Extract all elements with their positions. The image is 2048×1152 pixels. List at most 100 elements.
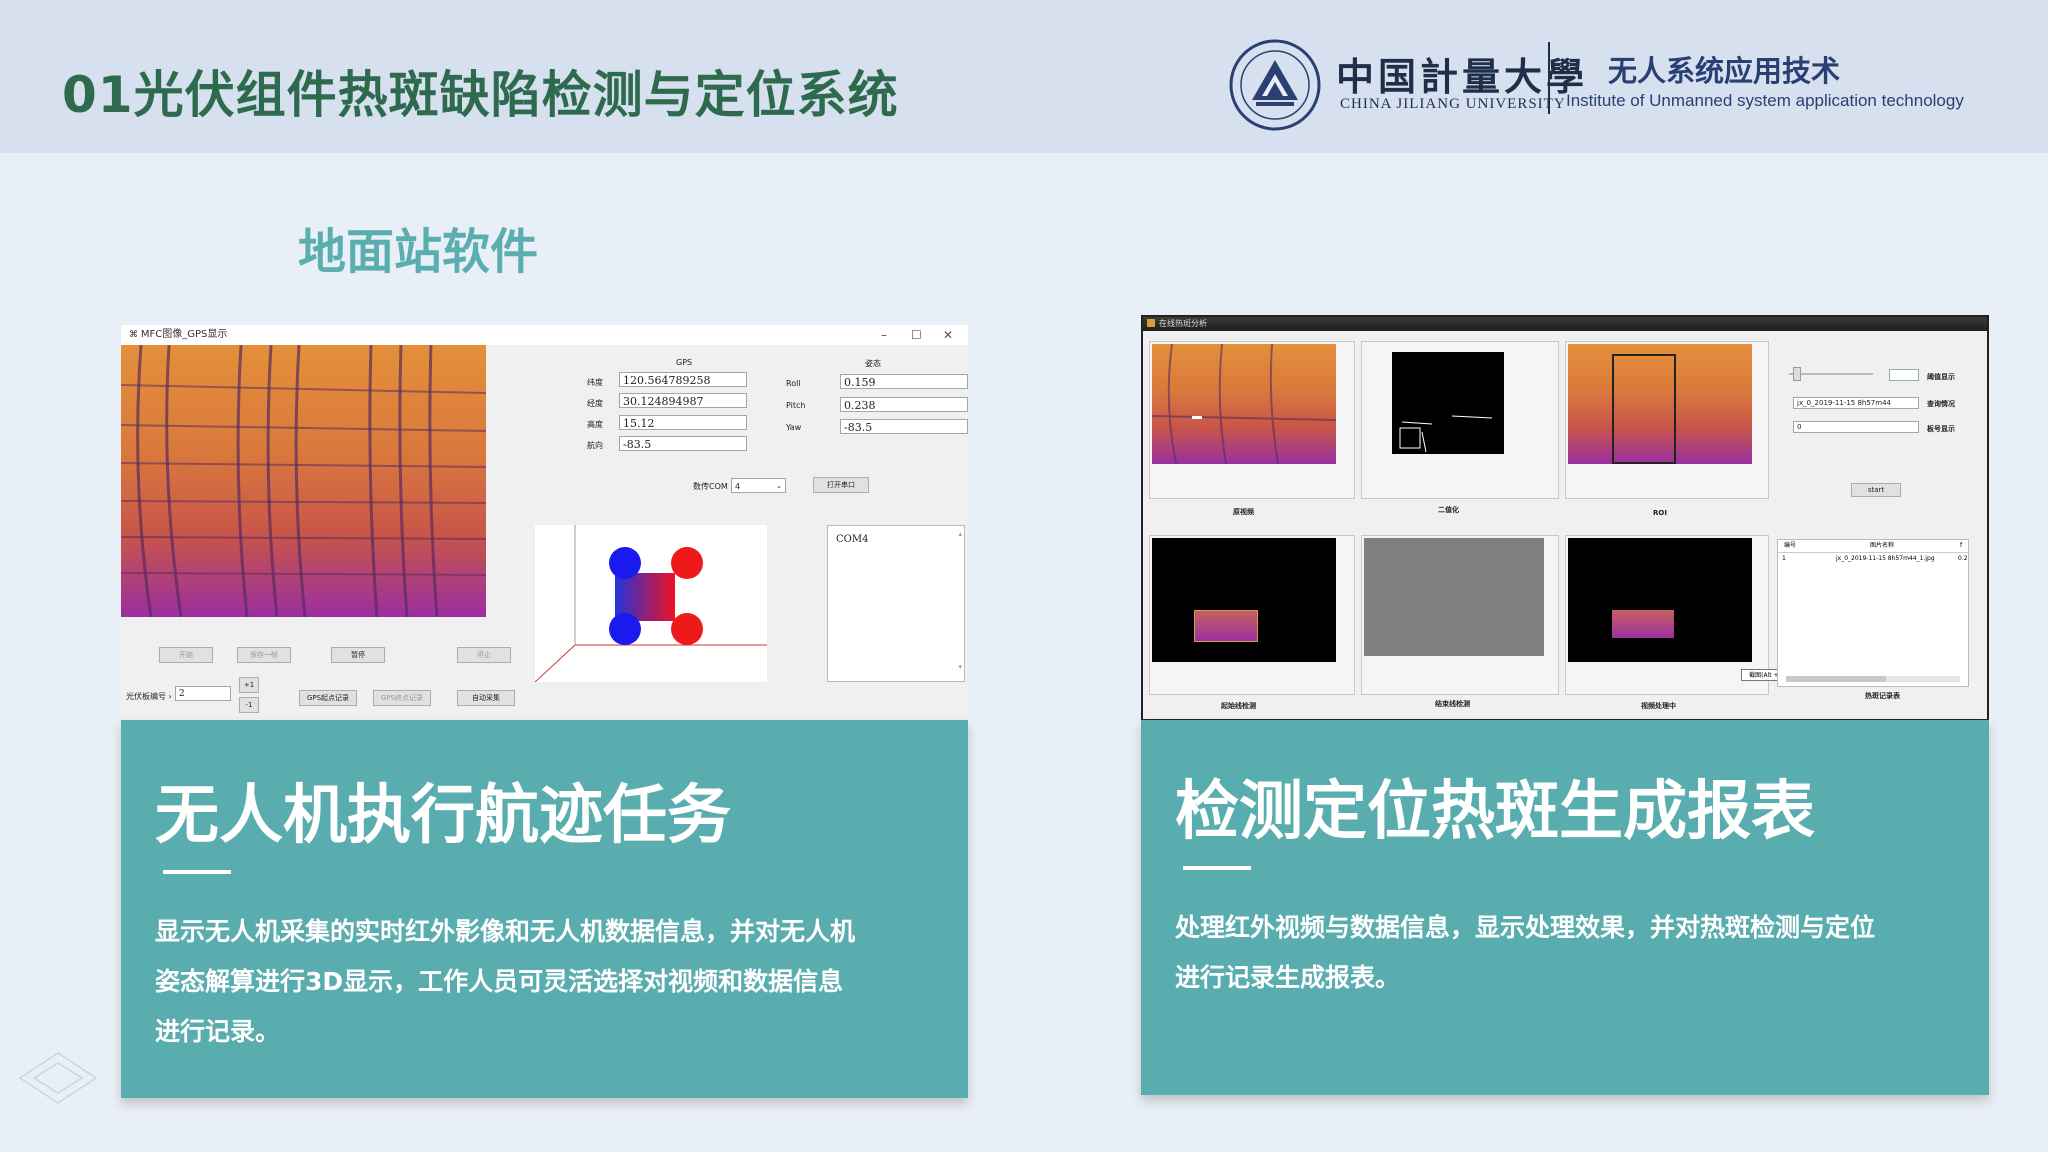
gps-end-record-button[interactable]: GPS终点记录 [373, 690, 431, 706]
right-card-line-2: 进行记录生成报表。 [1175, 963, 1401, 992]
lon-label: 经度 [587, 399, 603, 408]
yaw-field[interactable]: -83.5 [840, 419, 968, 434]
solar-panel-grid [1152, 344, 1336, 464]
caption-end-line: 结束线检测 [1435, 700, 1470, 708]
column-header-no: 编号 [1784, 542, 1797, 549]
caption-start-line: 起始线检测 [1221, 702, 1256, 710]
lat-field[interactable]: 120.564789258 [619, 372, 747, 387]
caption-original: 原视频 [1233, 508, 1254, 516]
column-header-extra: f [1960, 542, 1963, 549]
processing-image [1568, 538, 1752, 662]
header-bar: 01光伏组件热斑缺陷检测与定位系统 中国計量大學 CHINA JILIANG U… [0, 0, 2048, 153]
com-label: 数传COM [693, 482, 728, 491]
increment-button[interactable]: +1 [239, 677, 259, 693]
threshold-field[interactable] [1889, 369, 1919, 381]
solar-panel-grid [121, 345, 486, 617]
panel-number-label-text: 光伏板编号 [126, 692, 166, 701]
panel-number-field[interactable]: 2 [175, 686, 231, 701]
heading-field[interactable]: -83.5 [619, 436, 747, 451]
right-card-line-1: 处理红外视频与数据信息，显示处理效果，并对热斑检测与定位 [1175, 913, 1876, 942]
save-frame-button[interactable]: 保存一帧 [237, 647, 291, 663]
logo-divider [1548, 42, 1550, 114]
roll-label: Roll [786, 379, 801, 388]
open-port-button[interactable]: 打开串口 [813, 477, 869, 493]
com-select[interactable]: 4 ⌄ [731, 478, 786, 493]
close-icon[interactable]: ✕ [943, 325, 953, 345]
decorative-diamond-icon [18, 1052, 98, 1104]
panel-number-label: 光伏板编号 › [126, 692, 172, 701]
university-logo-block: 中国計量大學 CHINA JILIANG UNIVERSITY 无人系统应用技术… [1228, 38, 2048, 133]
yaw-label: Yaw [786, 423, 802, 432]
processing-panel-strip [1612, 610, 1674, 638]
page-title: 01光伏组件热斑缺陷检测与定位系统 [62, 66, 899, 124]
left-card-heading: 无人机执行航迹任务 [155, 779, 731, 853]
window-titlebar: ⌘ MFC图像_GPS显示 [121, 325, 968, 345]
left-card-body: 显示无人机采集的实时红外影像和无人机数据信息，并对无人机 姿态解算进行3D显示，… [155, 907, 855, 1057]
end-line-image [1364, 538, 1544, 656]
alt-field[interactable]: 15.12 [619, 415, 747, 430]
institute-name-en: Institute of Unmanned system application… [1566, 91, 1964, 110]
binary-panel [1361, 341, 1559, 499]
original-video-panel [1149, 341, 1355, 499]
horizontal-scrollbar[interactable] [1786, 676, 1960, 682]
com-log-text: COM4 [836, 534, 869, 545]
column-header-name: 图片名称 [1870, 542, 1895, 549]
cell-extra: 0.2 [1958, 555, 1968, 562]
lon-field[interactable]: 30.124894987 [619, 393, 747, 408]
roi-image [1568, 344, 1752, 464]
roll-field[interactable]: 0.159 [840, 374, 968, 389]
infrared-video-feed [121, 345, 486, 617]
pitch-label: Pitch [786, 401, 806, 410]
cell-no: 1 [1782, 555, 1786, 562]
right-card-heading: 检测定位热斑生成报表 [1175, 775, 1815, 849]
query-field[interactable]: jx_0_2019-11-15 8h57m44 [1793, 397, 1919, 409]
minimize-icon[interactable]: – [881, 325, 887, 345]
threshold-slider[interactable] [1789, 373, 1873, 375]
decrement-button[interactable]: -1 [239, 697, 259, 713]
attitude-3d-view [534, 525, 767, 683]
left-info-card: 无人机执行航迹任务 显示无人机采集的实时红外影像和无人机数据信息，并对无人机 姿… [121, 720, 968, 1098]
processing-panel [1565, 535, 1769, 695]
start-line-image [1152, 538, 1336, 662]
original-video-image [1152, 344, 1336, 464]
lat-label: 纬度 [587, 378, 603, 387]
table-row[interactable]: 1 jx_0_2019-11-15 8h57m44_1.jpg 0.2 [1778, 553, 1968, 564]
app-icon [1147, 319, 1155, 327]
panel-no-field[interactable]: 0 [1793, 421, 1919, 433]
caption-processing: 视频处理中 [1641, 702, 1676, 710]
right-card-body: 处理红外视频与数据信息，显示处理效果，并对热斑检测与定位 进行记录生成报表。 [1175, 903, 1875, 1003]
com-select-value: 4 [735, 482, 741, 491]
end-line-panel [1361, 535, 1559, 695]
left-card-line-3: 进行记录。 [155, 1017, 281, 1046]
table-header: 编号 图片名称 f [1778, 540, 1968, 553]
hotspot-record-table[interactable]: 编号 图片名称 f 1 jx_0_2019-11-15 8h57m44_1.jp… [1777, 539, 1969, 687]
stop-button[interactable]: 停止 [457, 647, 511, 663]
threshold-slider-handle[interactable] [1793, 367, 1801, 381]
caption-record-table: 热斑记录表 [1865, 692, 1900, 700]
com-log-textbox[interactable]: COM4 ▴ ▾ [827, 525, 965, 682]
window-title: MFC图像_GPS显示 [140, 329, 228, 340]
maximize-icon[interactable]: ☐ [911, 325, 922, 345]
institute-name-cn: 无人系统应用技术 [1608, 54, 1841, 88]
binary-edges [1399, 415, 1493, 453]
auto-collect-button[interactable]: 自动采集 [457, 690, 515, 706]
left-card-line-1: 显示无人机采集的实时红外影像和无人机数据信息，并对无人机 [155, 917, 856, 946]
gps-start-record-button[interactable]: GPS起点记录 [299, 690, 357, 706]
start-button[interactable]: 开始 [159, 647, 213, 663]
app-icon: ⌘ [129, 330, 141, 340]
pitch-field[interactable]: 0.238 [840, 397, 968, 412]
university-name-cn: 中国計量大學 [1336, 54, 1589, 99]
alt-label: 高度 [587, 420, 603, 429]
caption-binary: 二值化 [1438, 506, 1459, 514]
scroll-up-icon[interactable]: ▴ [958, 530, 962, 538]
binary-image [1392, 352, 1504, 454]
query-label: 查询情况 [1927, 400, 1955, 408]
heading-label: 航向 [587, 441, 603, 450]
section-title: 地面站软件 [298, 224, 539, 280]
university-name-en: CHINA JILIANG UNIVERSITY [1340, 96, 1566, 112]
scroll-down-icon[interactable]: ▾ [958, 663, 962, 671]
pause-button[interactable]: 暂停 [331, 647, 385, 663]
start-button[interactable]: start [1851, 483, 1901, 497]
caption-roi: ROI [1653, 509, 1667, 517]
scrollbar-thumb[interactable] [1786, 676, 1886, 682]
